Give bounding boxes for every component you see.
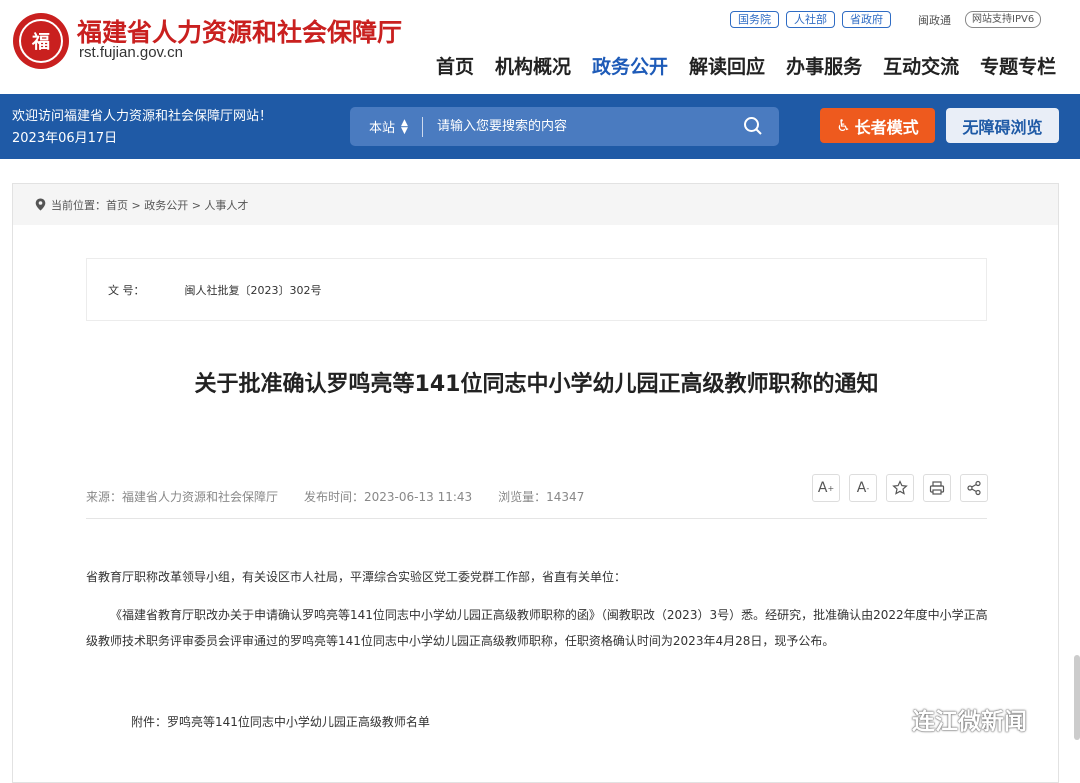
nav-services[interactable]: 办事服务 — [786, 52, 862, 79]
welcome-block: 欢迎访问福建省人力资源和社会保障厅网站！ 2023年06月17日 — [12, 106, 272, 150]
publish-time: 发布时间：2023-06-13 11:43 — [304, 490, 473, 504]
search-scope-select[interactable]: 本站 ▲ ▼ — [369, 117, 408, 136]
article-meta: 来源：福建省人力资源和社会保障厅 发布时间：2023-06-13 11:43 浏… — [86, 488, 610, 505]
doc-number-label: 文 号： — [108, 283, 145, 297]
ipv6-badge: 网站支持IPV6 — [965, 11, 1042, 28]
link-renshebu[interactable]: 人社部 — [786, 11, 835, 28]
site-header: 福 福建省人力资源和社会保障厅 rst.fujian.gov.cn 国务院 人社… — [0, 0, 1080, 94]
article-tools: A + A- — [812, 474, 997, 502]
nav-home[interactable]: 首页 — [436, 52, 474, 79]
current-date: 2023年06月17日 — [12, 131, 118, 146]
nav-gov-affairs[interactable]: 政务公开 — [592, 52, 668, 79]
nav-interpretation[interactable]: 解读回应 — [689, 52, 765, 79]
attachment-link[interactable]: 附件：罗鸣亮等141位同志中小学幼儿园正高级教师名单 — [86, 709, 996, 735]
nav-interaction[interactable]: 互动交流 — [883, 52, 959, 79]
article-source: 来源：福建省人力资源和社会保障厅 — [86, 490, 279, 504]
view-count: 浏览量：14347 — [498, 490, 585, 504]
share-button[interactable] — [960, 474, 988, 502]
font-decrease-button[interactable]: A- — [849, 474, 877, 502]
doc-number-box: 文 号： 闽人社批复〔2023〕302号 — [86, 258, 987, 321]
emblem-text: 福 — [19, 19, 63, 63]
font-increase-button[interactable]: A + — [812, 474, 840, 502]
accessible-button[interactable]: 无障碍浏览 — [946, 108, 1059, 143]
watermark: 连江微新闻 — [862, 702, 1027, 736]
search-icon[interactable] — [743, 116, 763, 136]
nav-special[interactable]: 专题专栏 — [980, 52, 1056, 79]
favorite-button[interactable] — [886, 474, 914, 502]
scrollbar[interactable] — [1074, 655, 1080, 740]
elder-icon: ♿ — [836, 116, 851, 135]
article-title: 关于批准确认罗鸣亮等141位同志中小学幼儿园正高级教师职称的通知 — [194, 372, 879, 397]
search-box: 本站 ▲ ▼ — [350, 107, 779, 146]
elder-mode-label: 长者模式 — [854, 117, 919, 137]
link-guowuyuan[interactable]: 国务院 — [730, 11, 779, 28]
location-pin-icon — [35, 198, 46, 211]
meta-divider — [86, 518, 987, 519]
search-divider — [421, 116, 423, 137]
article-salutation: 省教育厅职称改革领导小组，有关设区市人社局，平潭综合实验区党工委党群工作部，省直… — [86, 570, 627, 584]
top-links: 国务院 人社部 省政府 闽政通 网站支持IPV6 — [730, 11, 1042, 28]
font-increase-icon: A — [817, 480, 828, 496]
wechat-icon — [864, 705, 904, 733]
banner-bar: 欢迎访问福建省人力资源和社会保障厅网站！ 2023年06月17日 本站 ▲▼ ♿… — [0, 94, 1080, 159]
search-input[interactable] — [436, 119, 717, 134]
elder-mode-button[interactable]: ♿ 长者模式 — [820, 108, 935, 143]
font-decrease-icon: A — [856, 480, 867, 496]
logo-emblem-icon[interactable]: 福 — [13, 13, 69, 69]
article-body-paragraph: 《福建省教育厅职改办关于申请确认罗鸣亮等141位同志中小学幼儿园正高级教师职称的… — [86, 608, 988, 648]
doc-number-value: 闽人社批复〔2023〕302号 — [184, 283, 322, 297]
printer-icon — [929, 481, 945, 495]
link-shengzhengfu[interactable]: 省政府 — [842, 11, 891, 28]
main-nav: 首页 机构概况 政务公开 解读回应 办事服务 互动交流 专题专栏 — [436, 52, 1077, 79]
article-container: 当前位置：首页 > 政务公开 > 人事人才 文 号： 闽人社批复〔2023〕30… — [12, 183, 1059, 783]
site-domain: rst.fujian.gov.cn — [79, 44, 183, 61]
star-icon — [892, 480, 908, 495]
watermark-text: 连江微新闻 — [912, 709, 1027, 735]
print-button[interactable] — [923, 474, 951, 502]
link-minzhengtong[interactable]: 闽政通 — [918, 12, 951, 28]
search-scope-label: 本站 — [369, 121, 396, 136]
breadcrumb: 当前位置：首页 > 政务公开 > 人事人才 — [13, 184, 1058, 225]
nav-about[interactable]: 机构概况 — [495, 52, 571, 79]
share-icon — [967, 480, 981, 496]
breadcrumb-text[interactable]: 当前位置：首页 > 政务公开 > 人事人才 — [51, 197, 248, 213]
updown-arrow-icon: ▲ ▼ — [401, 117, 408, 136]
welcome-text: 欢迎访问福建省人力资源和社会保障厅网站！ — [12, 109, 273, 124]
